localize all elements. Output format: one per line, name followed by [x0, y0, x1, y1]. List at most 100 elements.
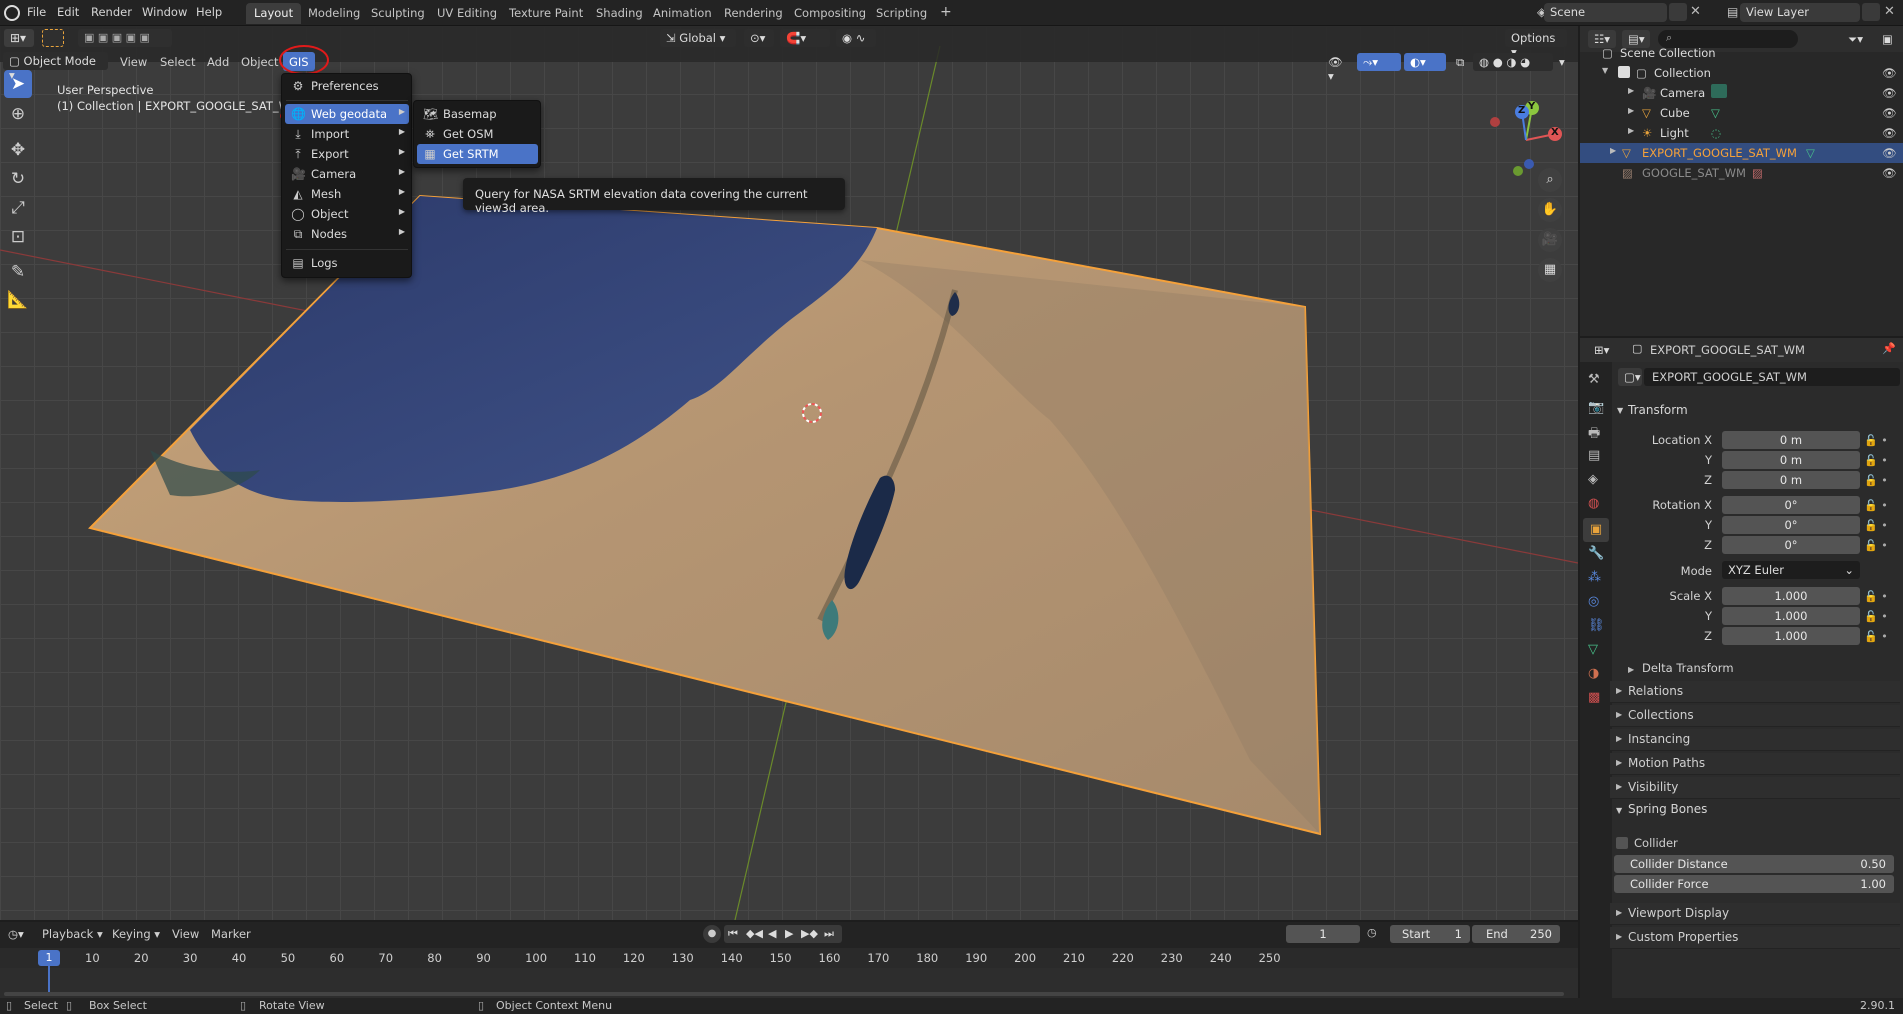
- menu-edit[interactable]: Edit: [57, 5, 79, 19]
- world-tab-icon[interactable]: ◍: [1588, 496, 1599, 511]
- pin-icon[interactable]: 📌: [1882, 342, 1896, 355]
- menu-item-web-geodata[interactable]: 🌐 Web geodata ▶: [285, 104, 409, 124]
- menu-item-basemap[interactable]: 🗺 Basemap: [417, 104, 538, 124]
- menu-playback[interactable]: Playback ▾: [42, 927, 103, 941]
- tab-scripting[interactable]: Scripting: [868, 3, 935, 24]
- delete-scene-icon[interactable]: ✕: [1690, 4, 1701, 19]
- data-tab-icon[interactable]: ▽: [1588, 642, 1598, 657]
- menu-item-export[interactable]: ⤒ Export ▶: [285, 144, 409, 164]
- location-z-field[interactable]: 0 m: [1722, 471, 1860, 489]
- measure-tool-icon[interactable]: 📐: [4, 286, 32, 314]
- object-data-icon[interactable]: ▢▾: [1618, 368, 1642, 386]
- new-scene-icon[interactable]: [1669, 3, 1687, 21]
- jump-keyframe-forward-icon[interactable]: ▶◆: [801, 927, 818, 940]
- cursor-tool-icon[interactable]: ⊕: [4, 100, 32, 128]
- outliner-row-scene-collection[interactable]: ▢ Scene Collection: [1580, 43, 1903, 63]
- xray-icon[interactable]: ⧉: [1450, 53, 1470, 71]
- menu-item-camera[interactable]: 🎥 Camera ▶: [285, 164, 409, 184]
- outliner-row-cube[interactable]: ▶ ▽ Cube ▽ 👁: [1580, 103, 1903, 123]
- eye-icon[interactable]: 👁: [1882, 86, 1897, 100]
- transform-panel-title[interactable]: Transform: [1628, 403, 1688, 417]
- outliner-row-collection[interactable]: ▼ ▢ Collection 👁: [1580, 63, 1903, 83]
- play-reverse-icon[interactable]: ◀: [768, 927, 776, 940]
- delta-transform-expand-icon[interactable]: ▶: [1628, 665, 1634, 674]
- spring-bones-expand-icon[interactable]: ▼: [1616, 806, 1622, 815]
- pivot-point-icon[interactable]: ⊙▾: [744, 29, 774, 47]
- view-layer-tab-icon[interactable]: ▤: [1588, 448, 1600, 463]
- outliner-row-camera[interactable]: ▶ 🎥 Camera 👁: [1580, 83, 1903, 103]
- object-mode-dropdown[interactable]: ▢ Object Mode ▾: [3, 52, 108, 82]
- menu-marker[interactable]: Marker: [211, 927, 251, 941]
- panel-relations[interactable]: ▶ Relations: [1610, 681, 1900, 703]
- tab-rendering[interactable]: Rendering: [716, 3, 791, 24]
- lock-icon[interactable]: 🔓 •: [1864, 451, 1888, 471]
- editor-type-button[interactable]: ⊞▾: [4, 29, 34, 47]
- menu-timeline-view[interactable]: View: [172, 927, 199, 941]
- properties-editor-type-icon[interactable]: ⊞▾: [1588, 341, 1616, 359]
- constraints-tab-icon[interactable]: ⛓: [1588, 618, 1605, 633]
- scene-selector[interactable]: Scene: [1544, 3, 1667, 22]
- menu-render[interactable]: Render: [91, 5, 132, 19]
- rotation-mode-dropdown[interactable]: XYZ Euler ⌄: [1722, 561, 1860, 579]
- transform-expand-icon[interactable]: ▼: [1617, 406, 1623, 415]
- rotation-z-field[interactable]: 0°: [1722, 536, 1860, 554]
- playhead-indicator[interactable]: 1: [38, 950, 60, 966]
- camera-view-icon[interactable]: 🎥: [1538, 228, 1562, 252]
- lock-icon[interactable]: 🔓 •: [1864, 587, 1888, 607]
- menu-item-nodes[interactable]: ⧉ Nodes ▶: [285, 224, 409, 244]
- overlay-toggle-icon[interactable]: ◐▾: [1404, 53, 1446, 71]
- tab-layout[interactable]: Layout: [246, 3, 302, 24]
- shading-dropdown-icon[interactable]: ▾: [1553, 53, 1569, 71]
- expand-icon[interactable]: ▶: [1628, 86, 1634, 95]
- new-view-layer-icon[interactable]: [1862, 3, 1880, 21]
- 3d-viewport[interactable]: User Perspective (1) Collection | EXPORT…: [0, 26, 1578, 920]
- expand-icon[interactable]: ▶: [1628, 126, 1634, 135]
- lock-icon[interactable]: 🔓 •: [1864, 627, 1888, 647]
- rotate-tool-icon[interactable]: ↻: [4, 165, 32, 193]
- menu-add[interactable]: Add: [207, 55, 229, 69]
- play-icon[interactable]: ▶: [785, 927, 793, 940]
- tab-uv-editing[interactable]: UV Editing: [429, 3, 505, 24]
- tool-tab-icon[interactable]: ⚒: [1588, 372, 1600, 387]
- menu-object[interactable]: Object: [241, 55, 278, 69]
- shading-modes[interactable]: ◍ ● ◑ ◕: [1473, 53, 1553, 71]
- collider-checkbox[interactable]: [1616, 837, 1628, 849]
- gizmo-toggle-icon[interactable]: ⤳▾: [1357, 53, 1401, 71]
- particles-tab-icon[interactable]: ⁂: [1588, 570, 1601, 585]
- menu-window[interactable]: Window: [142, 5, 187, 19]
- outliner-row-export-google-sat-wm[interactable]: ▶ ▽ EXPORT_GOOGLE_SAT_WM ▽ 👁: [1580, 143, 1903, 163]
- menu-view[interactable]: View: [120, 55, 147, 69]
- ortho-grid-icon[interactable]: ▦: [1538, 258, 1562, 282]
- record-icon[interactable]: ●: [703, 925, 721, 943]
- tab-modeling[interactable]: Modeling: [300, 3, 368, 24]
- tab-sculpting[interactable]: Sculpting: [363, 3, 433, 24]
- snap-icon[interactable]: 🧲▾: [780, 29, 830, 47]
- scale-y-field[interactable]: 1.000: [1722, 607, 1860, 625]
- menu-item-object[interactable]: ◯ Object ▶: [285, 204, 409, 224]
- current-frame-field[interactable]: 1: [1286, 925, 1360, 943]
- jump-start-icon[interactable]: ⏮: [728, 927, 738, 941]
- menu-item-preferences[interactable]: ⚙ Preferences: [285, 76, 409, 96]
- physics-tab-icon[interactable]: ◎: [1588, 594, 1599, 609]
- move-tool-icon[interactable]: ✥: [4, 136, 32, 164]
- selection-modes[interactable]: ▣ ▣ ▣ ▣ ▣: [78, 29, 172, 47]
- menu-select[interactable]: Select: [160, 55, 195, 69]
- lock-icon[interactable]: 🔓 •: [1864, 536, 1888, 556]
- eye-icon[interactable]: 👁: [1882, 66, 1897, 80]
- select-mode-icon[interactable]: [42, 29, 64, 47]
- scale-z-field[interactable]: 1.000: [1722, 627, 1860, 645]
- location-y-field[interactable]: 0 m: [1722, 451, 1860, 469]
- timeline-scrollbar[interactable]: [4, 992, 1564, 996]
- spring-bones-panel-title[interactable]: Spring Bones: [1628, 802, 1707, 816]
- lock-icon[interactable]: 🔓 •: [1864, 471, 1888, 491]
- add-workspace-button[interactable]: +: [932, 1, 960, 22]
- collider-distance-field[interactable]: Collider Distance 0.50: [1614, 855, 1894, 873]
- lock-icon[interactable]: 🔓 •: [1864, 496, 1888, 516]
- eye-icon[interactable]: 👁: [1882, 106, 1897, 120]
- eye-icon[interactable]: 👁: [1882, 166, 1897, 180]
- panel-viewport-display[interactable]: ▶ Viewport Display: [1610, 903, 1900, 925]
- annotate-tool-icon[interactable]: ✎: [4, 258, 32, 286]
- lock-icon[interactable]: 🔓 •: [1864, 516, 1888, 536]
- menu-item-import[interactable]: ⤓ Import ▶: [285, 124, 409, 144]
- timeline-editor-type-icon[interactable]: ◷▾: [2, 925, 30, 943]
